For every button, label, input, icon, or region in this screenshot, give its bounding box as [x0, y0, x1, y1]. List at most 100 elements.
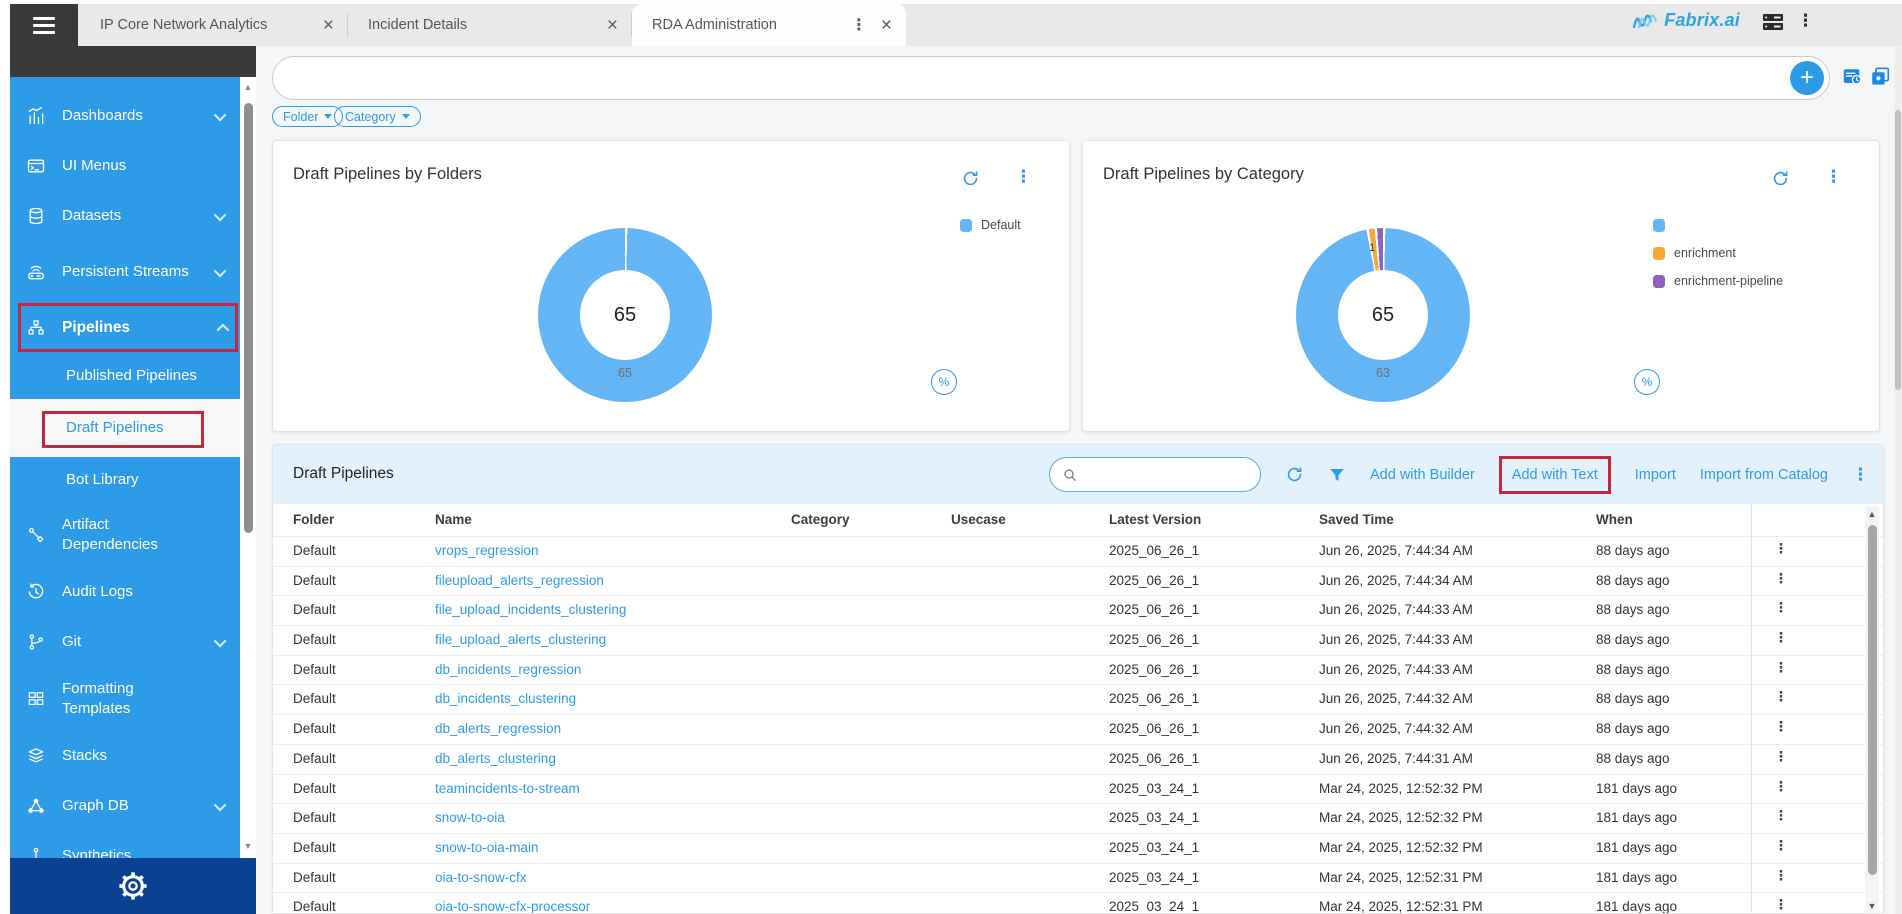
- row-actions-kebab[interactable]: ⋮: [1771, 630, 1791, 646]
- sidebar-item-pipelines[interactable]: Pipelines: [10, 303, 240, 353]
- chevron-down-icon: [214, 208, 227, 221]
- close-icon[interactable]: ×: [881, 16, 892, 35]
- legend-item[interactable]: [1653, 211, 1783, 239]
- row-actions-kebab[interactable]: ⋮: [1771, 541, 1791, 557]
- row-actions-kebab[interactable]: ⋮: [1771, 897, 1791, 913]
- sidebar-item-audit-logs[interactable]: Audit Logs: [10, 567, 240, 617]
- sidebar-item-graph-db[interactable]: Graph DB: [10, 781, 240, 831]
- row-actions-kebab[interactable]: ⋮: [1771, 749, 1791, 765]
- add-with-builder-button[interactable]: Add with Builder: [1370, 467, 1475, 483]
- pipeline-name-link[interactable]: file_upload_alerts_clustering: [435, 632, 606, 647]
- percent-toggle-button[interactable]: %: [931, 369, 957, 395]
- card-kebab-icon[interactable]: ⋮: [1015, 167, 1032, 187]
- pipeline-name-link[interactable]: db_incidents_regression: [435, 662, 581, 677]
- row-actions-kebab[interactable]: ⋮: [1771, 660, 1791, 676]
- table-scrollbar-thumb[interactable]: [1868, 525, 1877, 875]
- cell-when: 181 days ago: [1596, 870, 1677, 885]
- legend-item[interactable]: enrichment: [1653, 239, 1783, 267]
- pipeline-name-link[interactable]: db_alerts_clustering: [435, 751, 556, 766]
- row-actions-kebab[interactable]: ⋮: [1771, 571, 1791, 587]
- table-scrollbar[interactable]: ▲ ▼: [1865, 507, 1879, 913]
- row-actions-kebab[interactable]: ⋮: [1771, 600, 1791, 616]
- row-actions-kebab[interactable]: ⋮: [1771, 808, 1791, 824]
- tab-incident-details[interactable]: Incident Details ×: [348, 4, 632, 46]
- sidebar-item-bot-library[interactable]: Bot Library: [10, 457, 240, 503]
- row-actions-kebab[interactable]: ⋮: [1771, 779, 1791, 795]
- pipeline-name-link[interactable]: teamincidents-to-stream: [435, 781, 580, 796]
- sidebar-item-stacks[interactable]: Stacks: [10, 731, 240, 781]
- pipeline-name-link[interactable]: file_upload_incidents_clustering: [435, 602, 626, 617]
- cell-folder: Default: [293, 751, 336, 766]
- refresh-icon[interactable]: [961, 169, 980, 193]
- hamburger-menu-button[interactable]: [10, 4, 78, 46]
- schedule-history-icon[interactable]: [1841, 66, 1864, 93]
- scroll-up-icon[interactable]: ▲: [241, 82, 255, 92]
- pipeline-name-link[interactable]: snow-to-oia-main: [435, 840, 539, 855]
- close-icon[interactable]: ×: [607, 16, 618, 35]
- sidebar-settings-button[interactable]: [10, 858, 256, 914]
- kebab-menu-icon[interactable]: ⋮: [1797, 11, 1814, 31]
- add-with-text-button[interactable]: Add with Text: [1499, 456, 1611, 494]
- table-search[interactable]: [1049, 457, 1261, 492]
- sidebar-item-dashboards[interactable]: Dashboards: [10, 91, 240, 141]
- actions-column-divider: [1751, 504, 1752, 913]
- table-rows: Default vrops_regression 2025_06_26_1 Ju…: [273, 537, 1884, 914]
- server-icon[interactable]: [1762, 13, 1784, 36]
- sidebar-item-ui-menus[interactable]: UI Menus: [10, 141, 240, 191]
- pipeline-name-link[interactable]: snow-to-oia: [435, 810, 505, 825]
- legend-item[interactable]: enrichment-pipeline: [1653, 267, 1783, 295]
- table-search-input[interactable]: [1086, 466, 1248, 483]
- sidebar-item-published-pipelines[interactable]: Published Pipelines: [10, 353, 240, 399]
- row-actions-kebab[interactable]: ⋮: [1771, 689, 1791, 705]
- page-scrollbar-thumb[interactable]: [1895, 110, 1901, 390]
- sidebar-item-draft-pipelines[interactable]: Draft Pipelines: [10, 399, 240, 457]
- pipeline-name-link[interactable]: oia-to-snow-cfx: [435, 870, 527, 885]
- row-actions-kebab[interactable]: ⋮: [1771, 838, 1791, 854]
- pipeline-name-link[interactable]: db_alerts_regression: [435, 721, 561, 736]
- scroll-down-icon[interactable]: ▼: [241, 841, 255, 851]
- page-scrollbar[interactable]: [1894, 46, 1902, 914]
- legend-item[interactable]: Default: [960, 211, 1021, 239]
- card-kebab-icon[interactable]: ⋮: [1825, 167, 1842, 187]
- filter-funnel-icon[interactable]: [1328, 466, 1346, 484]
- sidebar-item-formatting-templates[interactable]: Formatting Templates: [10, 667, 240, 731]
- sidebar-item-artifact-dependencies[interactable]: Artifact Dependencies: [10, 503, 240, 567]
- scroll-up-icon[interactable]: ▲: [1865, 509, 1879, 519]
- filter-chip-folder[interactable]: Folder: [272, 106, 343, 127]
- tab-ip-core-network-analytics[interactable]: IP Core Network Analytics ×: [80, 4, 348, 46]
- pipeline-name-link[interactable]: oia-to-snow-cfx-processor: [435, 899, 590, 914]
- scroll-down-icon[interactable]: ▼: [1865, 901, 1879, 911]
- stream-icon: [26, 262, 50, 282]
- sidebar-item-synthetics[interactable]: Synthetics: [10, 831, 240, 858]
- cell-folder: Default: [293, 632, 336, 647]
- tab-label: RDA Administration: [652, 17, 839, 33]
- row-actions-kebab[interactable]: ⋮: [1771, 868, 1791, 884]
- pipeline-name-link[interactable]: vrops_regression: [435, 543, 539, 558]
- sidebar-item-datasets[interactable]: Datasets: [10, 191, 240, 241]
- cell-latest-version: 2025_03_24_1: [1109, 870, 1199, 885]
- pipeline-name-link[interactable]: db_incidents_clustering: [435, 691, 576, 706]
- sidebar-item-git[interactable]: Git: [10, 617, 240, 667]
- sidebar-scrollbar[interactable]: ▲ ▼: [240, 77, 256, 858]
- tab-rda-administration[interactable]: RDA Administration ⋮ ×: [632, 4, 906, 46]
- sidebar-scrollbar-thumb[interactable]: [244, 103, 253, 533]
- tab-kebab-icon[interactable]: ⋮: [851, 15, 867, 35]
- cell-when: 88 days ago: [1596, 662, 1670, 677]
- import-from-catalog-button[interactable]: Import from Catalog: [1700, 467, 1828, 483]
- pipeline-name-link[interactable]: fileupload_alerts_regression: [435, 573, 604, 588]
- close-icon[interactable]: ×: [323, 16, 334, 35]
- sidebar-item-persistent-streams[interactable]: Persistent Streams: [10, 241, 240, 303]
- table-kebab-icon[interactable]: ⋮: [1852, 465, 1869, 485]
- filter-chip-category[interactable]: Category: [334, 106, 421, 127]
- search-icon: [1062, 467, 1078, 483]
- global-search-bar[interactable]: +: [272, 56, 1830, 100]
- refresh-icon[interactable]: [1771, 169, 1790, 193]
- row-actions-kebab[interactable]: ⋮: [1771, 719, 1791, 735]
- add-button[interactable]: +: [1790, 61, 1824, 95]
- global-search-input[interactable]: [273, 70, 1790, 86]
- percent-toggle-button[interactable]: %: [1634, 369, 1660, 395]
- save-copy-icon[interactable]: [1869, 66, 1892, 93]
- refresh-icon[interactable]: [1285, 465, 1304, 484]
- cell-latest-version: 2025_03_24_1: [1109, 810, 1199, 825]
- import-button[interactable]: Import: [1635, 467, 1676, 483]
